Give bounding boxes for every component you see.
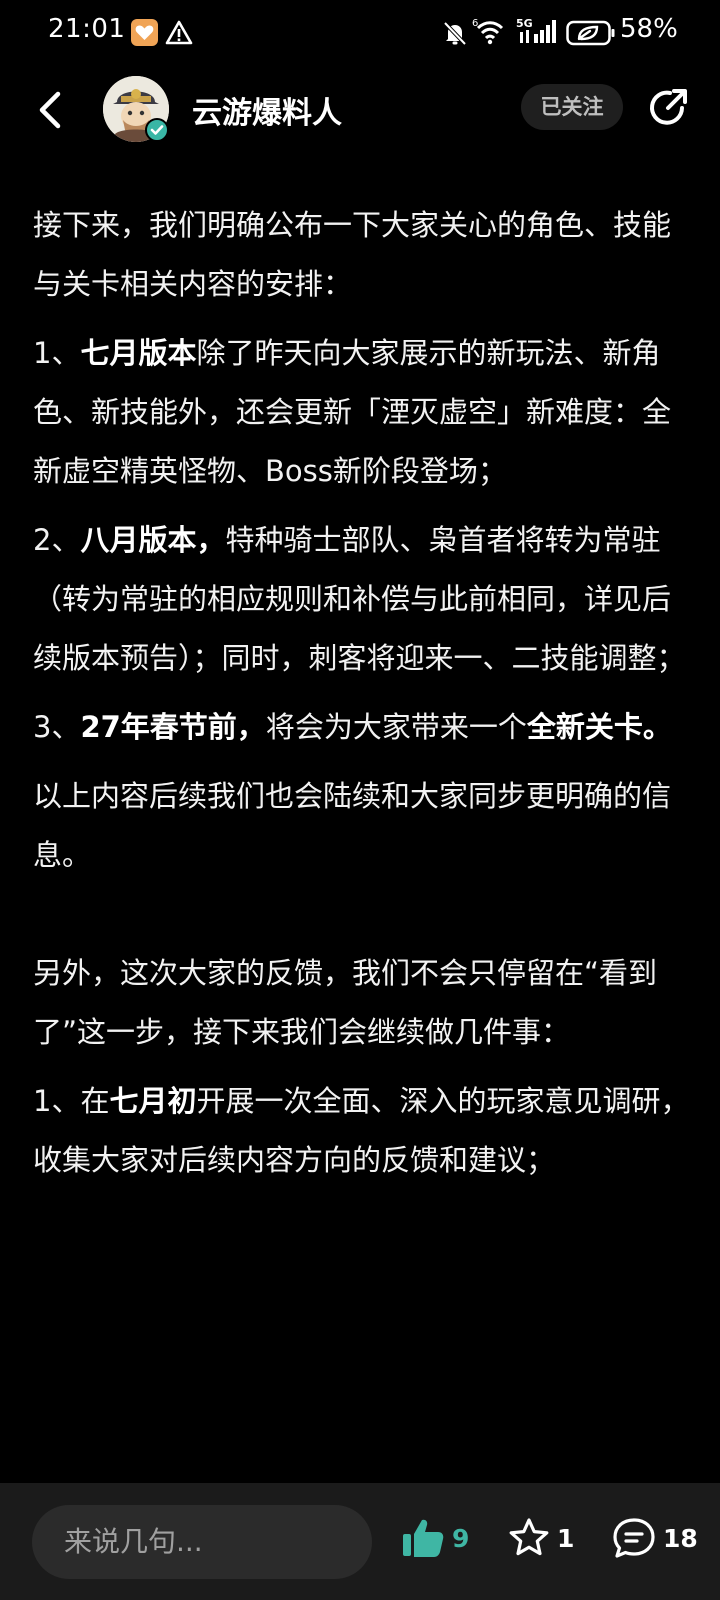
bold-text: 七月版本: [80, 336, 197, 370]
paragraph-followup: 以上内容后续我们也会陆续和大家同步更明确的信息。: [33, 779, 672, 872]
list-number: 1、: [33, 336, 81, 370]
network-type-label: 5G: [516, 17, 533, 30]
favorite-count: 1: [557, 1523, 575, 1553]
battery-icon: [566, 19, 616, 47]
back-button[interactable]: [32, 88, 72, 132]
list-item-july-version: 1、七月版本除了昨天向大家展示的新玩法、新角色、新技能外，还会更新「湮灭虚空」新…: [33, 324, 693, 501]
warning-icon: [165, 19, 193, 46]
chevron-left-icon: [39, 91, 61, 129]
list-item-august-version: 2、八月版本，特种骑士部队、枭首者将转为常驻（转为常驻的相应规则和补偿与此前相同…: [33, 511, 693, 688]
bold-text: 27年春节前，: [80, 710, 266, 744]
comment-count: 18: [663, 1523, 698, 1553]
list-number: 2、: [33, 523, 81, 557]
like-count: 9: [452, 1523, 470, 1553]
account-name[interactable]: 云游爆料人: [192, 88, 342, 132]
heart-app-icon: [131, 19, 158, 46]
list-number: 3、: [33, 710, 81, 744]
list-text: 将会为大家带来一个: [265, 710, 527, 744]
mute-bell-icon: [442, 20, 468, 46]
thumbs-up-icon: [403, 1519, 444, 1557]
bold-text: 八月版本，: [80, 523, 226, 557]
post-header: 云游爆料人 已关注: [0, 68, 720, 172]
star-icon: [509, 1518, 549, 1556]
share-button[interactable]: [646, 86, 690, 130]
favorite-button[interactable]: 1: [507, 1513, 574, 1563]
article-body: 接下来，我们明确公布一下大家关心的角色、技能与关卡相关内容的安排： 1、七月版本…: [33, 196, 693, 1190]
bottom-action-bar: 来说几句... 9 1 18: [0, 1483, 720, 1600]
status-bar: 21:01 6 5G 58%: [0, 0, 720, 68]
list-item-survey: 1、在七月初开展一次全面、深入的玩家意见调研，收集大家对后续内容方向的反馈和建议…: [33, 1072, 693, 1190]
follow-button[interactable]: 已关注: [521, 84, 623, 130]
screen: 21:01 6 5G 58% 云游爆料人 已关注 接下来，我们明确公布一下大家关…: [0, 0, 720, 1600]
comments-button[interactable]: 18: [611, 1513, 698, 1563]
verified-badge-icon: [145, 118, 169, 142]
like-button[interactable]: 9: [400, 1513, 469, 1563]
wifi-icon: 6: [472, 16, 508, 46]
bold-text: 全新关卡。: [526, 710, 672, 744]
list-text: 1、在: [33, 1084, 110, 1118]
paragraph-feedback: 另外，这次大家的反馈，我们不会只停留在“看到了”这一步，接下来我们会继续做几件事…: [33, 956, 658, 1049]
status-time: 21:01: [48, 14, 126, 44]
comment-input[interactable]: 来说几句...: [32, 1505, 372, 1579]
battery-percent: 58%: [620, 14, 678, 44]
bold-text: 七月初: [109, 1084, 197, 1118]
paragraph-intro: 接下来，我们明确公布一下大家关心的角色、技能与关卡相关内容的安排：: [33, 208, 672, 301]
cellular-signal-icon: 5G: [516, 16, 558, 46]
share-icon: [650, 89, 687, 125]
comment-bubble-icon: [613, 1518, 655, 1558]
list-item-spring-festival: 3、27年春节前，将会为大家带来一个全新关卡。: [33, 698, 693, 757]
